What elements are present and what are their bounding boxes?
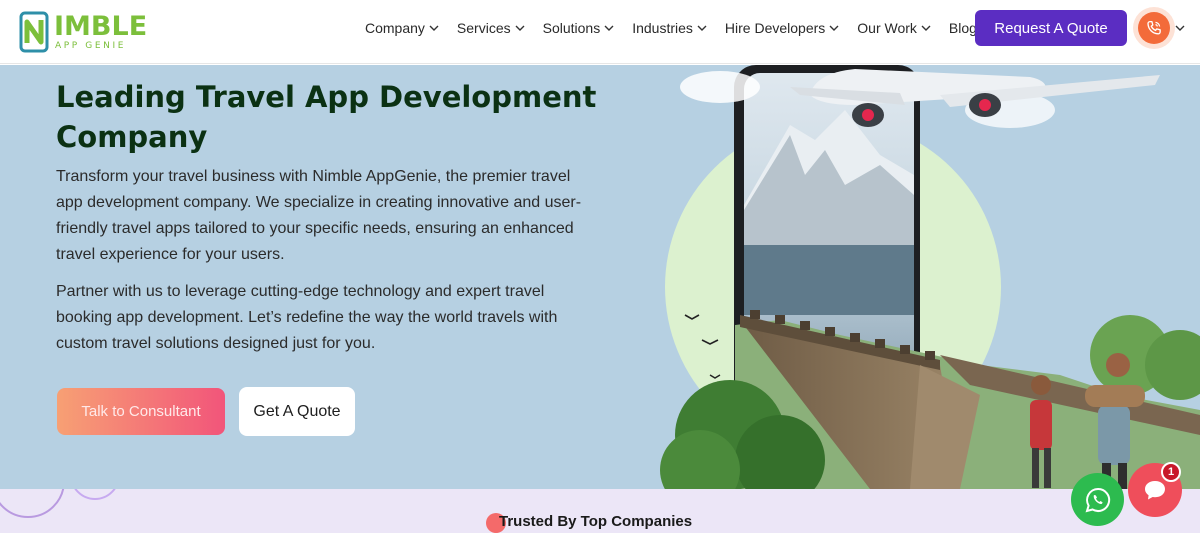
hero-title: Leading Travel App Development Company [56, 80, 597, 154]
chevron-down-icon [515, 25, 525, 31]
main-nav: Company Services Solutions Industries Hi… [365, 0, 977, 56]
nav-item-label: Our Work [857, 20, 917, 36]
nav-item-label: Blog [948, 20, 977, 36]
nav-item-services[interactable]: Services [457, 20, 525, 36]
nav-item-solutions[interactable]: Solutions [543, 20, 615, 36]
chevron-down-icon [921, 25, 931, 31]
trusted-section: Trusted By Top Companies [0, 489, 1200, 533]
nav-item-blog[interactable]: Blog [949, 20, 977, 36]
logo-wordmark: IMBLE [54, 11, 148, 42]
hero-paragraph-2: Partner with us to leverage cutting-edge… [56, 283, 558, 352]
nav-item-label: Company [365, 20, 425, 36]
nav-item-label: Hire Developers [724, 20, 826, 36]
logo[interactable]: IMBLE APP GENIE [18, 6, 148, 58]
nav-item-label: Services [456, 20, 511, 36]
phone-button[interactable] [1133, 7, 1175, 49]
whatsapp-icon [1085, 487, 1110, 512]
site-header: IMBLE APP GENIE Company Services Solutio… [0, 0, 1200, 64]
hero-illustration [660, 65, 1200, 489]
nav-item-industries[interactable]: Industries [632, 20, 707, 36]
request-quote-button[interactable]: Request A Quote [975, 10, 1127, 46]
logo-subtitle: APP GENIE [55, 41, 127, 51]
hero-section: Leading Travel App Development Company T… [0, 65, 1200, 489]
decorative-circles [0, 489, 116, 518]
nav-item-hire-developers[interactable]: Hire Developers [725, 20, 839, 36]
chevron-down-icon [697, 25, 707, 31]
whatsapp-button[interactable] [1071, 473, 1124, 526]
nav-item-label: Industries [632, 20, 693, 36]
nav-item-company[interactable]: Company [365, 20, 439, 36]
talk-to-consultant-button[interactable]: Talk to Consultant [57, 388, 225, 435]
phone-icon [1147, 20, 1161, 35]
trusted-title: Trusted By Top Companies [499, 513, 693, 530]
get-a-quote-button[interactable]: Get A Quote [239, 387, 355, 436]
chevron-down-icon[interactable] [1175, 23, 1185, 33]
logo-n-icon [19, 11, 49, 53]
chevron-down-icon [604, 25, 614, 31]
hero-paragraph-1: Transform your travel business with Nimb… [56, 168, 582, 263]
nav-item-label: Solutions [542, 20, 601, 36]
chat-notification-badge: 1 [1161, 462, 1181, 482]
nav-item-our-work[interactable]: Our Work [857, 20, 931, 36]
phone-icon-wrap [1138, 12, 1170, 44]
chevron-down-icon [829, 25, 839, 31]
chevron-down-icon [429, 25, 439, 31]
